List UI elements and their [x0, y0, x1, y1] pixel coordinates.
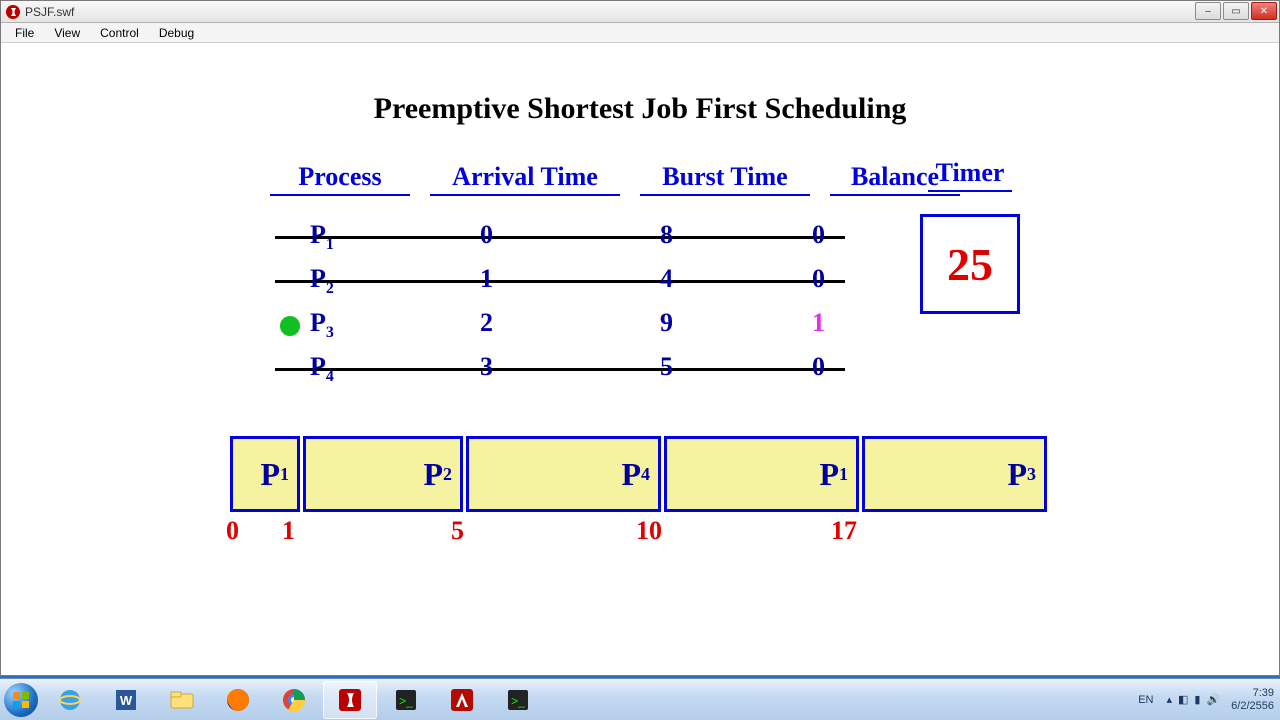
- gantt-box: P4: [466, 436, 661, 512]
- menubar: File View Control Debug: [1, 23, 1279, 43]
- language-indicator[interactable]: EN: [1138, 694, 1153, 706]
- page-title: Preemptive Shortest Job First Scheduling: [2, 92, 1278, 126]
- cell-arrival: 3: [480, 352, 493, 382]
- taskbar-item-explorer[interactable]: [155, 681, 209, 719]
- taskbar-item-firefox[interactable]: [211, 681, 265, 719]
- menu-file[interactable]: File: [5, 24, 44, 42]
- svg-text:>_: >_: [511, 694, 525, 708]
- strike-line: [275, 236, 845, 239]
- start-button[interactable]: [0, 679, 42, 720]
- cell-balance: 0: [812, 220, 825, 250]
- gantt-time-label: 10: [636, 516, 662, 546]
- app-window: PSJF.swf – ▭ ✕ File View Control Debug P…: [0, 0, 1280, 676]
- cell-burst: 5: [660, 352, 673, 382]
- cell-process: P3: [310, 308, 334, 342]
- desktop: PSJF.swf – ▭ ✕ File View Control Debug P…: [0, 0, 1280, 720]
- gantt-box: P3: [862, 436, 1047, 512]
- menu-view[interactable]: View: [44, 24, 90, 42]
- table-row: P3 2 9 1: [240, 308, 1040, 352]
- taskbar-item-chrome[interactable]: [267, 681, 321, 719]
- svg-text:>_: >_: [399, 694, 413, 708]
- tray-wifi-icon[interactable]: ▮: [1194, 693, 1200, 706]
- system-tray[interactable]: ▴ ◧ ▮ 🔊: [1163, 693, 1223, 706]
- menu-control[interactable]: Control: [90, 24, 149, 42]
- header-arrival: Arrival Time: [430, 162, 620, 196]
- taskbar-item-adobe[interactable]: [435, 681, 489, 719]
- taskbar[interactable]: W >_ >_ EN ▴ ◧ ▮ 🔊 7:39 6/2/2556: [0, 678, 1280, 720]
- tray-network-icon[interactable]: ◧: [1178, 693, 1188, 706]
- close-button[interactable]: ✕: [1251, 2, 1277, 20]
- window-title: PSJF.swf: [25, 5, 74, 19]
- titlebar[interactable]: PSJF.swf – ▭ ✕: [1, 1, 1279, 23]
- gantt-chart: P1P2P4P1P3: [230, 436, 1060, 512]
- header-burst: Burst Time: [640, 162, 810, 196]
- cell-balance: 0: [812, 264, 825, 294]
- taskbar-item-ie[interactable]: [43, 681, 97, 719]
- cell-balance: 1: [812, 308, 825, 338]
- tray-volume-icon[interactable]: 🔊: [1206, 693, 1220, 706]
- cell-arrival: 0: [480, 220, 493, 250]
- clock-time: 7:39: [1231, 687, 1274, 700]
- table-row: P4 3 5 0: [240, 352, 1040, 396]
- gantt-box: P2: [303, 436, 463, 512]
- cell-burst: 8: [660, 220, 673, 250]
- svg-text:W: W: [120, 693, 133, 708]
- gantt-time-label: 0: [226, 516, 239, 546]
- cell-arrival: 2: [480, 308, 493, 338]
- strike-line: [275, 368, 845, 371]
- taskbar-item-flash[interactable]: [323, 681, 377, 719]
- timer-area: Timer 25: [920, 158, 1020, 314]
- minimize-button[interactable]: –: [1195, 2, 1221, 20]
- cell-burst: 4: [660, 264, 673, 294]
- cell-balance: 0: [812, 352, 825, 382]
- maximize-button[interactable]: ▭: [1223, 2, 1249, 20]
- taskbar-item-shell1[interactable]: >_: [379, 681, 433, 719]
- window-controls: – ▭ ✕: [1193, 2, 1277, 20]
- taskbar-item-shell2[interactable]: >_: [491, 681, 545, 719]
- cell-burst: 9: [660, 308, 673, 338]
- clock[interactable]: 7:39 6/2/2556: [1231, 687, 1274, 713]
- cell-process: P4: [310, 352, 334, 386]
- taskbar-item-word[interactable]: W: [99, 681, 153, 719]
- gantt-time-labels: 0 1 5 10 17: [226, 516, 1056, 546]
- gantt-box: P1: [230, 436, 300, 512]
- process-table: Process Arrival Time Burst Time Balance …: [240, 162, 1040, 396]
- gantt-time-label: 1: [282, 516, 295, 546]
- cell-process: P1: [310, 220, 334, 254]
- flash-app-icon: [5, 4, 21, 20]
- header-process: Process: [270, 162, 410, 196]
- timer-value: 25: [920, 214, 1020, 314]
- cell-arrival: 1: [480, 264, 493, 294]
- gantt-box: P1: [664, 436, 859, 512]
- tray-up-icon[interactable]: ▴: [1166, 693, 1172, 706]
- flash-content: Preemptive Shortest Job First Scheduling…: [2, 44, 1278, 674]
- gantt-time-label: 17: [831, 516, 857, 546]
- timer-label: Timer: [928, 158, 1013, 192]
- clock-date: 6/2/2556: [1231, 700, 1274, 713]
- taskbar-items: W >_ >_: [42, 681, 546, 719]
- active-indicator-icon: [280, 316, 300, 336]
- cell-process: P2: [310, 264, 334, 298]
- menu-debug[interactable]: Debug: [149, 24, 204, 42]
- strike-line: [275, 280, 845, 283]
- gantt-time-label: 5: [451, 516, 464, 546]
